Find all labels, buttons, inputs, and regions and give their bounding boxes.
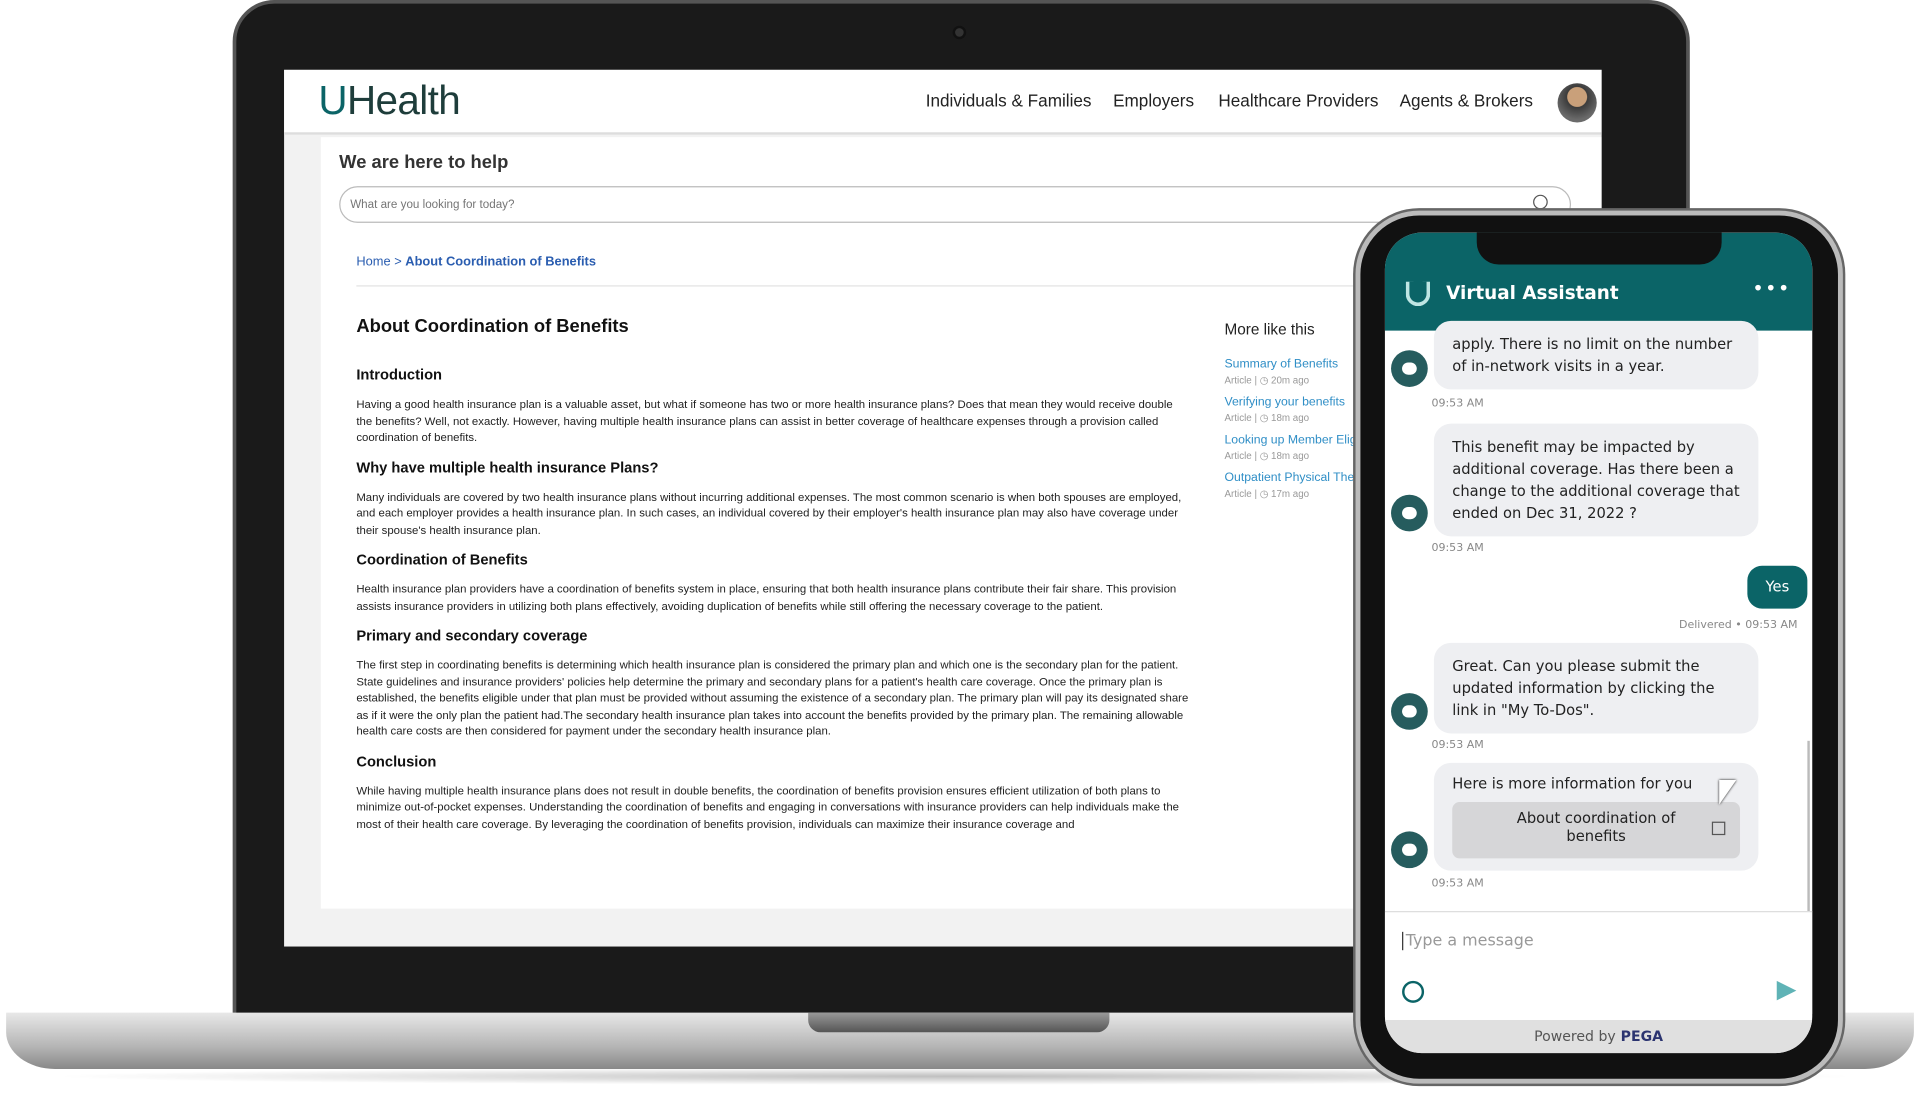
mouse-cursor-icon: [1719, 780, 1737, 805]
bot-message: apply. There is no limit on the number o…: [1433, 320, 1759, 390]
message-time: 09:53 AM: [1431, 739, 1484, 752]
article: About Coordination of Benefits Introduct…: [356, 316, 1189, 845]
user-message: Yes: [1747, 565, 1808, 609]
help-heading: We are here to help: [339, 151, 509, 173]
phone-notch: [1476, 232, 1722, 265]
clock-icon: ◷: [1259, 412, 1269, 424]
pega-logo: PEGA: [1620, 1027, 1664, 1045]
related-link[interactable]: Summary of Benefits: [1225, 358, 1372, 371]
bot-message: This benefit may be impacted by addition…: [1433, 423, 1759, 537]
breadcrumb-home[interactable]: Home >: [356, 255, 401, 270]
related-link[interactable]: Outpatient Physical Therapy: [1225, 471, 1372, 484]
section-heading: Why have multiple health insurance Plans…: [356, 458, 659, 476]
send-icon[interactable]: [1776, 980, 1797, 1001]
article-link-button[interactable]: About coordination of benefits: [1452, 802, 1741, 859]
section-heading: Introduction: [356, 366, 443, 384]
nav-healthcare-providers[interactable]: Healthcare Providers: [1218, 91, 1378, 111]
message-input[interactable]: Type a message: [1402, 931, 1534, 951]
bot-message: Great. Can you please submit the updated…: [1433, 642, 1759, 734]
related-link[interactable]: Looking up Member Eligibility: [1225, 433, 1372, 446]
section-body: Having a good health insurance plan is a…: [356, 397, 1173, 444]
list-item: Looking up Member Eligibility Article | ◷…: [1224, 433, 1372, 462]
clock-icon: ◷: [1259, 450, 1269, 462]
nav-individuals-families[interactable]: Individuals & Families: [926, 91, 1092, 111]
webcam: [952, 25, 967, 40]
list-item: Verifying your benefits Article | ◷ 18m a…: [1225, 396, 1372, 424]
avatar[interactable]: [1557, 83, 1597, 123]
nav-agents-brokers[interactable]: Agents & Brokers: [1400, 91, 1533, 111]
chat-title: Virtual Assistant: [1446, 281, 1619, 304]
more-like-this: More like this Summary of Benefits Articl…: [1225, 321, 1372, 510]
bot-avatar-icon: [1391, 494, 1428, 532]
section-heading: Conclusion: [356, 752, 437, 770]
list-item: Outpatient Physical Therapy Article | ◷ 1…: [1224, 471, 1372, 500]
clock-icon: ◷: [1259, 488, 1269, 500]
section-heading: Coordination of Benefits: [356, 551, 528, 569]
uhealth-logo-icon: [1405, 281, 1431, 307]
more-heading: More like this: [1224, 320, 1315, 338]
site-header: UHealth Individuals & Families Employers…: [284, 69, 1602, 135]
external-link-icon: [1711, 821, 1726, 836]
list-item: Summary of Benefits Article | ◷ 20m ago: [1225, 358, 1372, 386]
emoji-icon[interactable]: [1402, 980, 1425, 1003]
nav-employers[interactable]: Employers: [1113, 91, 1194, 111]
message-composer: Type a message: [1384, 911, 1813, 1014]
bot-avatar-icon: [1391, 831, 1428, 869]
bot-avatar-icon: [1391, 350, 1428, 387]
more-options-icon[interactable]: •••: [1752, 277, 1790, 300]
powered-by-footer: Powered by PEGA: [1384, 1020, 1813, 1054]
section-body: While having multiple health insurance p…: [356, 784, 1180, 830]
section-body: Health insurance plan providers have a c…: [356, 582, 1177, 612]
search-icon[interactable]: [1533, 194, 1548, 210]
laptop-hinge: [808, 1012, 1110, 1033]
section-body: Many individuals are covered by two heal…: [356, 490, 1182, 536]
bot-avatar-icon: [1391, 693, 1428, 730]
section-body: The first step in coordinating benefits …: [356, 658, 1189, 738]
section-heading: Primary and secondary coverage: [356, 626, 588, 645]
delivered-status: Delivered • 09:53 AM: [1678, 619, 1798, 632]
message-time: 09:53 AM: [1431, 877, 1484, 891]
message-time: 09:53 AM: [1431, 542, 1484, 555]
message-time: 09:53 AM: [1431, 397, 1484, 411]
divider: [356, 285, 1385, 287]
search-input[interactable]: [339, 186, 1572, 223]
breadcrumb: Home > About Coordination of Benefits: [356, 255, 596, 270]
clock-icon: ◷: [1259, 374, 1269, 386]
chat-widget: Virtual Assistant ••• apply. There is no…: [1384, 232, 1813, 1054]
bot-message: Here is more information for you About c…: [1433, 762, 1759, 871]
uhealth-logo[interactable]: UHealth: [318, 77, 460, 124]
breadcrumb-current: About Coordination of Benefits: [405, 254, 596, 270]
chat-header: Virtual Assistant •••: [1384, 232, 1813, 331]
chat-scrollbar[interactable]: [1807, 740, 1810, 913]
article-title: About Coordination of Benefits: [356, 315, 629, 337]
related-link[interactable]: Verifying your benefits: [1225, 396, 1372, 409]
message-text: Here is more information for you: [1452, 775, 1693, 793]
